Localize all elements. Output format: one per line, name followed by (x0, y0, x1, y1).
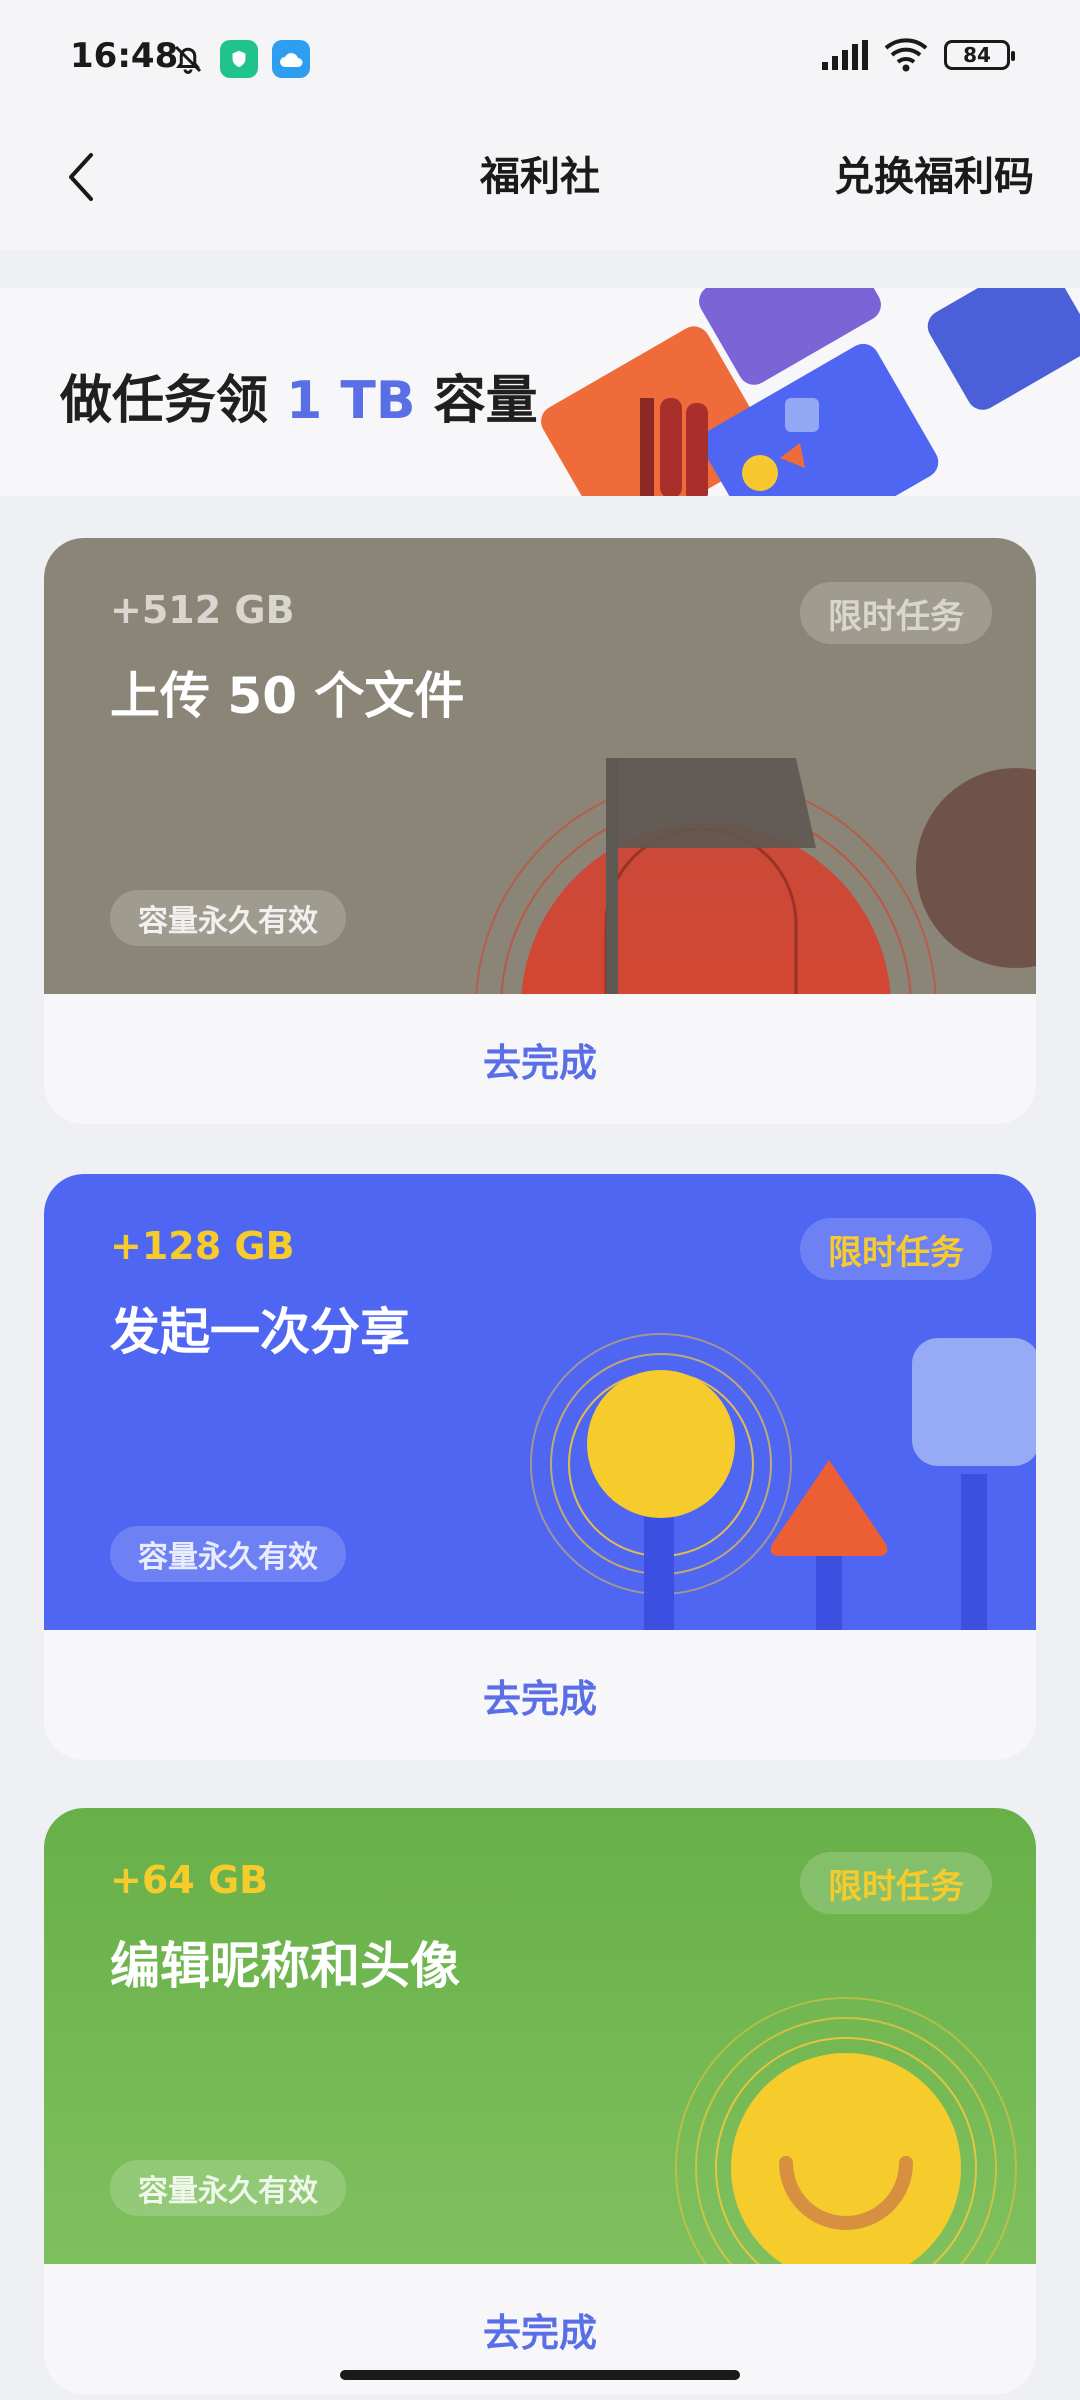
task-reward: +64 GB (110, 1858, 269, 1902)
limited-time-badge: 限时任务 (800, 1852, 992, 1914)
hero-title-highlight: 1 TB (286, 371, 416, 431)
battery-icon: 84 (944, 40, 1015, 70)
task-card-share: +128 GB 发起一次分享 限时任务 容量永久有效 去完成 (44, 1174, 1036, 1760)
hero-title: 做任务领 1 TB 容量 (60, 358, 538, 433)
validity-badge: 容量永久有效 (110, 890, 346, 946)
task-card-banner: +128 GB 发起一次分享 限时任务 容量永久有效 (44, 1174, 1036, 1630)
task-card-banner: +512 GB 上传 50 个文件 限时任务 容量永久有效 (44, 538, 1036, 994)
hero-illustration (541, 288, 1080, 496)
task-reward: +512 GB (110, 588, 295, 632)
go-complete-button[interactable]: 去完成 (44, 1630, 1036, 1760)
task-card-banner: +64 GB 编辑昵称和头像 限时任务 容量永久有效 (44, 1808, 1036, 2264)
validity-badge: 容量永久有效 (110, 1526, 346, 1582)
go-complete-button[interactable]: 去完成 (44, 994, 1036, 1124)
task-reward: +128 GB (110, 1224, 295, 1268)
task-card-profile: +64 GB 编辑昵称和头像 限时任务 容量永久有效 去完成 (44, 1808, 1036, 2394)
security-app-icon (220, 40, 258, 78)
status-time: 16:48 (70, 36, 179, 76)
status-icons-right: 84 (822, 38, 1015, 72)
nav-bar: 福利社 兑换福利码 (0, 120, 1080, 250)
task-title: 发起一次分享 (110, 1303, 410, 1361)
task-card-upload: +512 GB 上传 50 个文件 限时任务 容量永久有效 去完成 (44, 538, 1036, 1124)
status-icons-left (170, 40, 310, 78)
limited-time-badge: 限时任务 (800, 582, 992, 644)
home-indicator[interactable] (340, 2370, 740, 2380)
cloud-app-icon (272, 40, 310, 78)
hero-title-prefix: 做任务领 (60, 371, 269, 431)
task-title: 上传 50 个文件 (110, 667, 465, 725)
hero-banner: 做任务领 1 TB 容量 (0, 288, 1080, 496)
signal-icon (822, 40, 868, 70)
limited-time-badge: 限时任务 (800, 1218, 992, 1280)
status-bar: 16:48 84 (0, 0, 1080, 120)
task-title: 编辑昵称和头像 (110, 1937, 460, 1995)
bell-off-icon (174, 45, 202, 74)
validity-badge: 容量永久有效 (110, 2160, 346, 2216)
redeem-code-button[interactable]: 兑换福利码 (834, 144, 1034, 202)
wifi-icon (884, 38, 928, 72)
